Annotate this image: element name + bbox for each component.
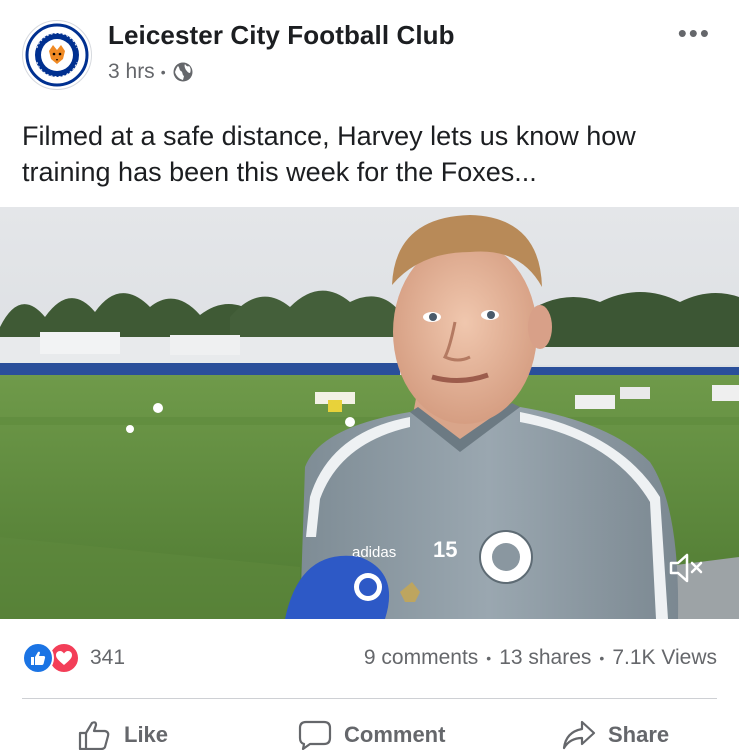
club-crest-logo <box>25 23 89 87</box>
share-label: Share <box>608 722 670 747</box>
divider <box>22 698 717 699</box>
video-player[interactable]: 15 adidas <box>0 207 739 619</box>
comment-label: Comment <box>344 722 446 747</box>
engagement-counts: 9 comments • 13 shares • 7.1K Views <box>364 646 717 670</box>
post-meta: 3 hrs • <box>108 60 194 84</box>
post-actions: Like Comment Share <box>0 712 739 750</box>
stats-separator: • <box>599 650 605 666</box>
thumbs-up-icon <box>78 721 110 750</box>
like-reaction-icon <box>22 642 54 674</box>
like-button[interactable]: Like <box>78 720 168 750</box>
page-name[interactable]: Leicester City Football Club <box>108 20 455 51</box>
reaction-summary[interactable]: 341 <box>22 642 125 674</box>
like-label: Like <box>124 722 169 747</box>
meta-separator: • <box>160 64 166 80</box>
post-header: Leicester City Football Club 3 hrs • ••• <box>0 0 739 110</box>
shares-count[interactable]: 13 shares <box>499 646 591 670</box>
globe-icon[interactable] <box>172 61 194 83</box>
muted-speaker-icon <box>669 553 703 583</box>
comment-bubble-icon <box>298 720 332 750</box>
post-text: Filmed at a safe distance, Harvey lets u… <box>22 121 636 187</box>
page-avatar[interactable] <box>22 20 92 90</box>
more-options-icon[interactable]: ••• <box>678 20 711 46</box>
post-stats: 341 9 comments • 13 shares • 7.1K Views <box>0 636 739 682</box>
comment-button[interactable]: Comment <box>298 720 445 750</box>
mute-toggle[interactable] <box>665 548 705 588</box>
share-button[interactable]: Share <box>562 720 669 750</box>
stats-separator: • <box>486 650 492 666</box>
reaction-count: 341 <box>90 646 126 669</box>
views-count: 7.1K Views <box>612 646 717 669</box>
share-arrow-icon <box>562 720 596 750</box>
video-frame: 15 adidas <box>0 207 739 619</box>
comments-count[interactable]: 9 comments <box>364 646 478 670</box>
shirt-number: 15 <box>433 537 457 562</box>
post-time[interactable]: 3 hrs <box>108 60 155 84</box>
